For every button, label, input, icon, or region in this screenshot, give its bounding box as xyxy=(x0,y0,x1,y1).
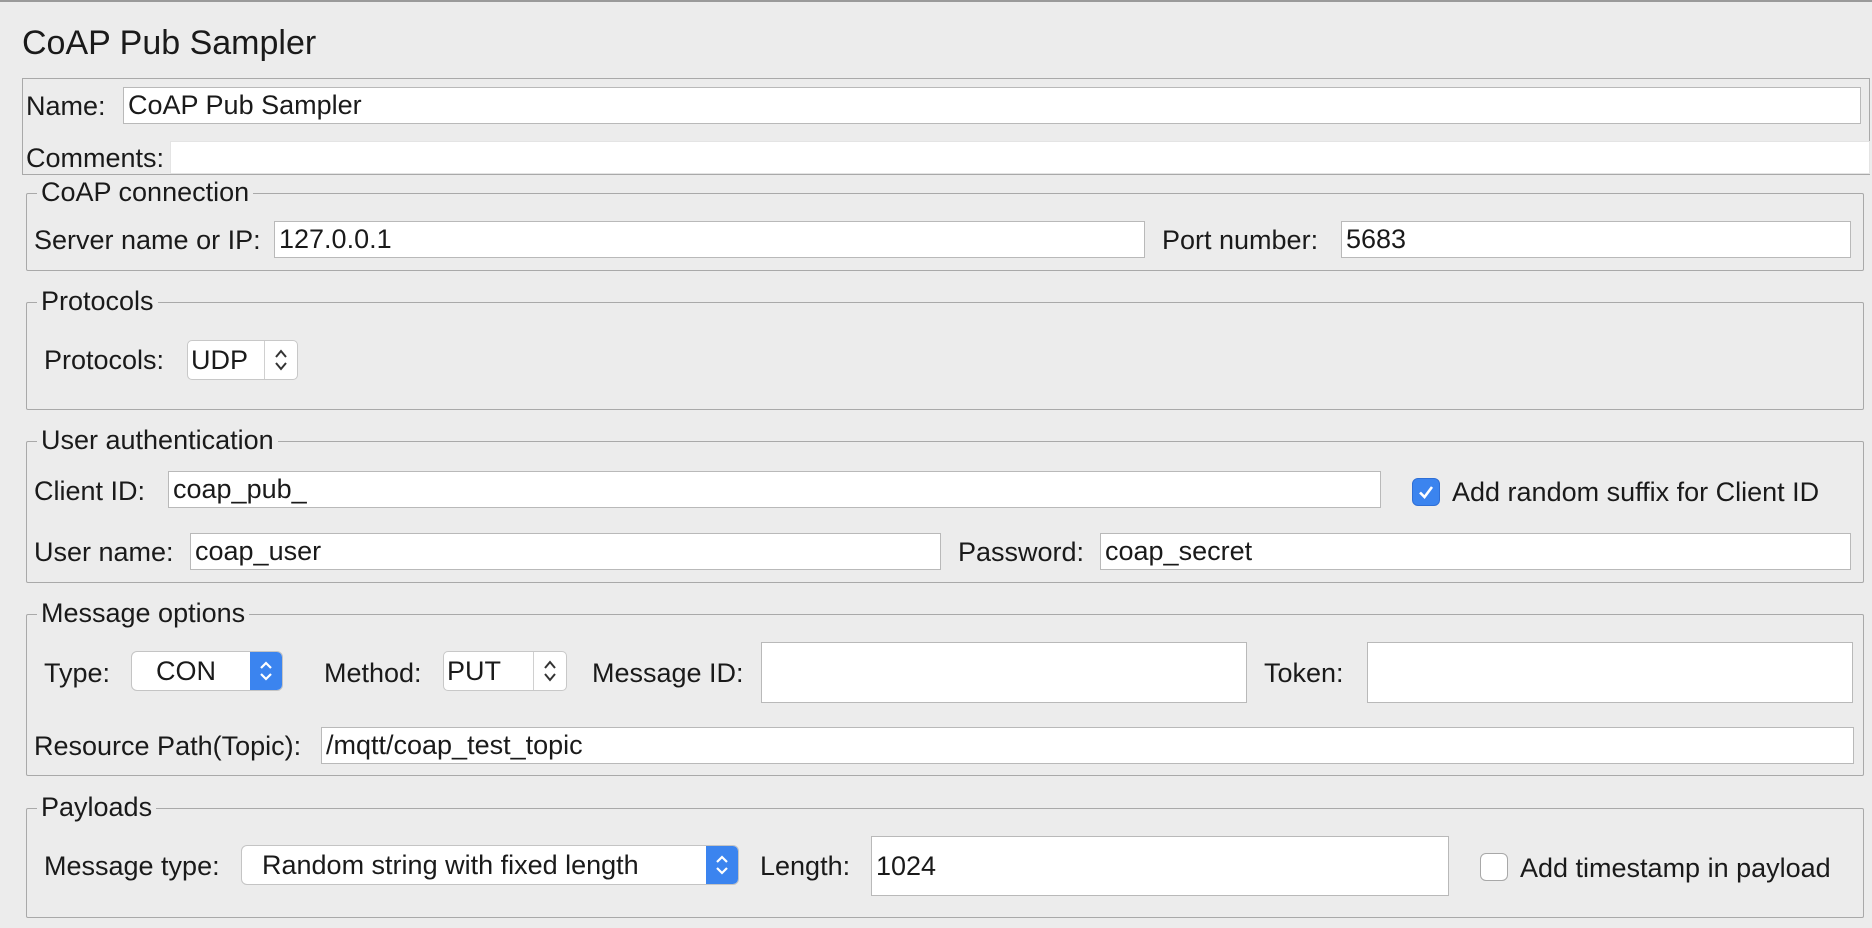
protocols-value: UDP xyxy=(191,344,249,375)
client-id-label: Client ID: xyxy=(34,476,146,506)
window-top-border xyxy=(0,0,1872,2)
port-label: Port number: xyxy=(1162,225,1319,255)
page-title: CoAP Pub Sampler xyxy=(22,24,317,62)
message-type-label: Message type: xyxy=(44,851,220,881)
comments-label: Comments: xyxy=(26,143,165,173)
payloads-legend: Payloads xyxy=(37,794,157,821)
resource-path-label: Resource Path(Topic): xyxy=(34,731,302,761)
message-options-legend: Message options xyxy=(37,600,250,627)
protocols-group: Protocols xyxy=(26,288,1864,410)
random-suffix-checkbox[interactable] xyxy=(1412,478,1440,506)
type-label: Type: xyxy=(44,658,111,688)
comments-field[interactable] xyxy=(170,141,1870,174)
protocols-legend: Protocols xyxy=(37,288,158,315)
up-down-arrows-icon[interactable] xyxy=(264,341,297,379)
server-label: Server name or IP: xyxy=(34,225,261,255)
message-id-label: Message ID: xyxy=(592,658,744,688)
protocols-label: Protocols: xyxy=(44,345,165,375)
username-label: User name: xyxy=(34,537,174,567)
method-spinner[interactable]: PUT xyxy=(443,651,567,691)
timestamp-label[interactable]: Add timestamp in payload xyxy=(1520,855,1831,882)
checkmark-icon xyxy=(1419,486,1434,499)
type-combobox[interactable]: CON xyxy=(131,651,283,691)
username-field[interactable]: coap_user xyxy=(190,533,941,570)
token-field[interactable] xyxy=(1367,642,1853,703)
name-field[interactable]: CoAP Pub Sampler xyxy=(123,87,1861,124)
token-label: Token: xyxy=(1264,658,1344,688)
random-suffix-label[interactable]: Add random suffix for Client ID xyxy=(1452,479,1819,506)
resource-path-field[interactable]: /mqtt/coap_test_topic xyxy=(321,727,1854,764)
client-id-field[interactable]: coap_pub_ xyxy=(168,471,1381,508)
port-field[interactable]: 5683 xyxy=(1341,221,1851,258)
message-type-value: Random string with fixed length xyxy=(262,849,639,880)
message-id-field[interactable] xyxy=(761,642,1247,703)
method-label: Method: xyxy=(324,658,422,688)
chevron-up-down-icon[interactable] xyxy=(250,652,282,690)
name-label: Name: xyxy=(26,91,106,121)
user-authentication-legend: User authentication xyxy=(37,427,278,454)
method-value: PUT xyxy=(447,655,501,686)
password-field[interactable]: coap_secret xyxy=(1100,533,1851,570)
chevron-up-down-icon[interactable] xyxy=(706,846,738,884)
timestamp-checkbox[interactable] xyxy=(1480,853,1508,881)
coap-connection-legend: CoAP connection xyxy=(37,179,254,206)
protocols-spinner[interactable]: UDP xyxy=(187,340,298,380)
type-value: CON xyxy=(156,655,216,686)
server-field[interactable]: 127.0.0.1 xyxy=(274,221,1145,258)
length-label: Length: xyxy=(760,851,851,881)
password-label: Password: xyxy=(958,537,1085,567)
message-type-combobox[interactable]: Random string with fixed length xyxy=(241,845,739,885)
length-field[interactable]: 1024 xyxy=(871,836,1449,896)
up-down-arrows-icon[interactable] xyxy=(533,652,566,690)
